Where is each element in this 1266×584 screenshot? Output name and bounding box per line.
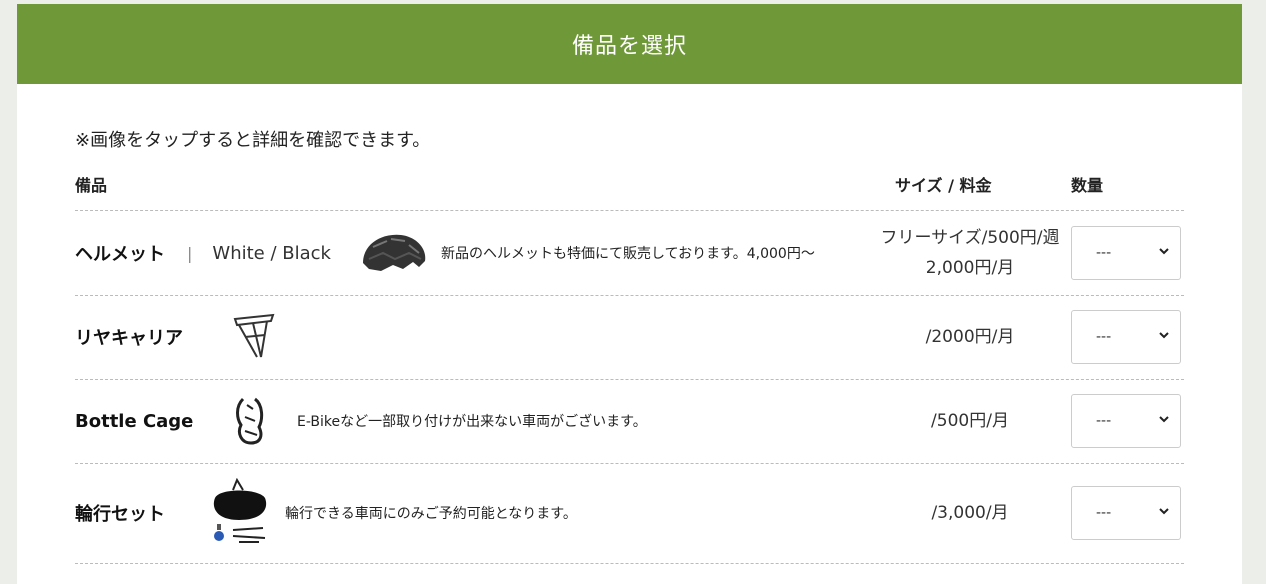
item-name-cell: ヘルメット | White / Black xyxy=(75,211,331,295)
chevron-down-icon xyxy=(1159,248,1169,255)
price-line-1: フリーサイズ/500円/週 xyxy=(880,228,1060,248)
quantity-value: --- xyxy=(1096,245,1112,261)
tap-image-note: ※画像をタップすると詳細を確認できます。 xyxy=(75,130,431,151)
price-line-1: /3,000/月 xyxy=(931,503,1009,523)
item-name: ヘルメット xyxy=(75,244,165,265)
helmet-image[interactable] xyxy=(359,229,429,277)
item-name-cell: リヤキャリア xyxy=(75,295,183,379)
quantity-value: --- xyxy=(1096,329,1112,345)
price-cell: /500円/月 xyxy=(835,379,1105,463)
chevron-down-icon xyxy=(1159,508,1169,515)
bottle-cage-image[interactable] xyxy=(233,395,267,447)
quantity-select[interactable]: --- xyxy=(1071,226,1181,280)
price-line-1: /2000円/月 xyxy=(925,327,1015,347)
item-name: リヤキャリア xyxy=(75,328,183,349)
price-cell: フリーサイズ/500円/週 2,000円/月 xyxy=(835,211,1105,295)
table-row: 輪行セット 輪行できる車両にのみご予約可能となります。 /3,000/月 --- xyxy=(75,463,1184,564)
column-header-quantity: 数量 xyxy=(1071,176,1104,195)
item-description: 輪行できる車両にのみご予約可能となります。 xyxy=(285,506,577,522)
chevron-down-icon xyxy=(1159,332,1169,339)
bike-bag-set-image[interactable] xyxy=(209,478,271,548)
item-name: 輪行セット xyxy=(75,504,165,525)
quantity-value: --- xyxy=(1096,505,1112,521)
column-header-item: 備品 xyxy=(75,176,108,195)
chevron-down-icon xyxy=(1159,416,1169,423)
column-header-size-price: サイズ / 料金 xyxy=(895,176,992,195)
page-header: 備品を選択 xyxy=(17,4,1242,84)
variant-separator: | xyxy=(187,243,193,263)
quantity-value: --- xyxy=(1096,413,1112,429)
item-variant: White / Black xyxy=(212,242,331,264)
item-name: Bottle Cage xyxy=(75,410,194,432)
table-header: 備品 サイズ / 料金 数量 xyxy=(75,172,1184,211)
price-cell: /2000円/月 xyxy=(835,295,1105,379)
price-line-2: 2,000円/月 xyxy=(925,258,1015,278)
item-name-cell: 輪行セット xyxy=(75,463,165,563)
table-row: ヘルメット | White / Black 新品のヘルメットも特価にて販売してお… xyxy=(75,211,1184,296)
quantity-select[interactable]: --- xyxy=(1071,310,1181,364)
quantity-select[interactable]: --- xyxy=(1071,394,1181,448)
price-line-1: /500円/月 xyxy=(931,411,1009,431)
price-cell: /3,000/月 xyxy=(835,463,1105,563)
item-description: 新品のヘルメットも特価にて販売しております。4,000円～ xyxy=(441,246,815,262)
quantity-select[interactable]: --- xyxy=(1071,486,1181,540)
rear-carrier-image[interactable] xyxy=(231,311,277,363)
page-title: 備品を選択 xyxy=(571,34,687,59)
item-name-cell: Bottle Cage xyxy=(75,379,193,463)
table-row: Bottle Cage E-Bikeなど一部取り付けが出来ない車両がございます。… xyxy=(75,379,1184,464)
equipment-panel: 備品を選択 ※画像をタップすると詳細を確認できます。 備品 サイズ / 料金 数… xyxy=(17,4,1242,584)
item-description: E-Bikeなど一部取り付けが出来ない車両がございます。 xyxy=(297,414,647,430)
table-row: リヤキャリア /2000円/月 --- xyxy=(75,295,1184,380)
